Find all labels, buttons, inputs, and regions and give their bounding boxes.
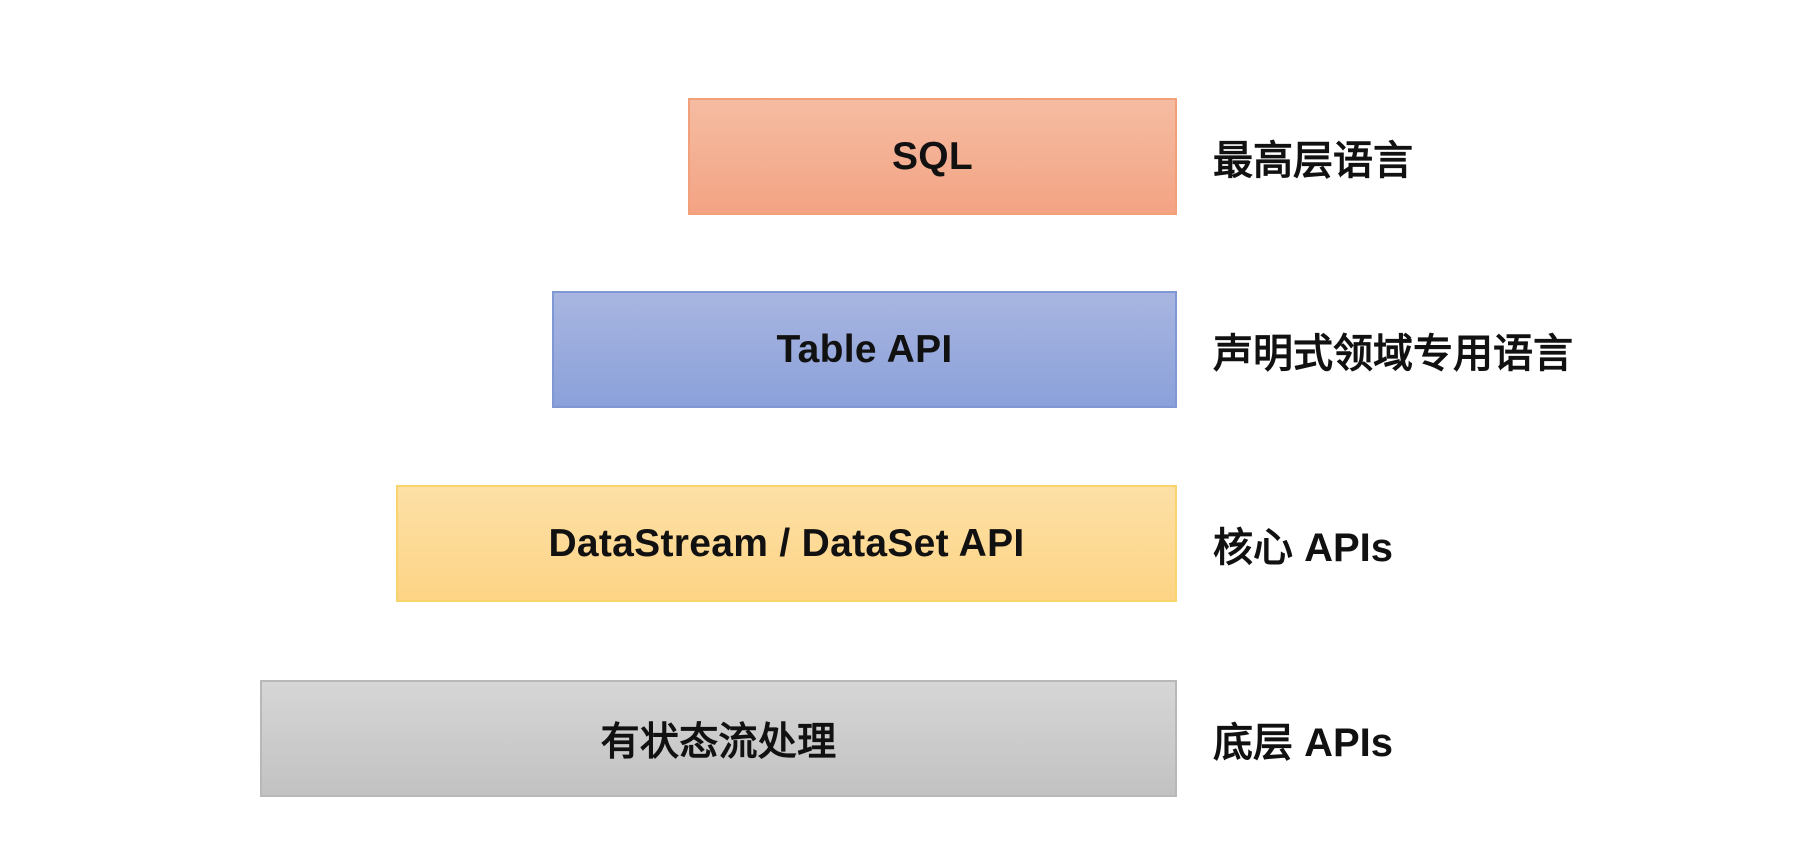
api-layer-diagram: SQL 最高层语言 Table API 声明式领域专用语言 DataStream… xyxy=(0,0,1794,856)
layer-label-sql: SQL xyxy=(891,134,974,178)
layer-label-stateful-stream-processing: 有状态流处理 xyxy=(600,720,837,764)
layer-label-datastream-dataset-api: DataStream / DataSet API xyxy=(548,521,1025,565)
layer-label-table-api: Table API xyxy=(776,327,953,371)
layer-description-core-apis: 核心 APIs xyxy=(1213,525,1394,570)
layer-description-sql: 最高层语言 xyxy=(1213,138,1413,183)
layer-description-low-level-apis: 底层 APIs xyxy=(1213,720,1394,765)
layer-box-stateful-stream-processing: 有状态流处理 xyxy=(260,680,1177,797)
layer-box-table-api: Table API xyxy=(552,291,1177,408)
layer-box-datastream-dataset-api: DataStream / DataSet API xyxy=(396,485,1177,602)
layer-box-sql: SQL xyxy=(688,98,1177,215)
layer-description-table-api: 声明式领域专用语言 xyxy=(1213,331,1573,376)
